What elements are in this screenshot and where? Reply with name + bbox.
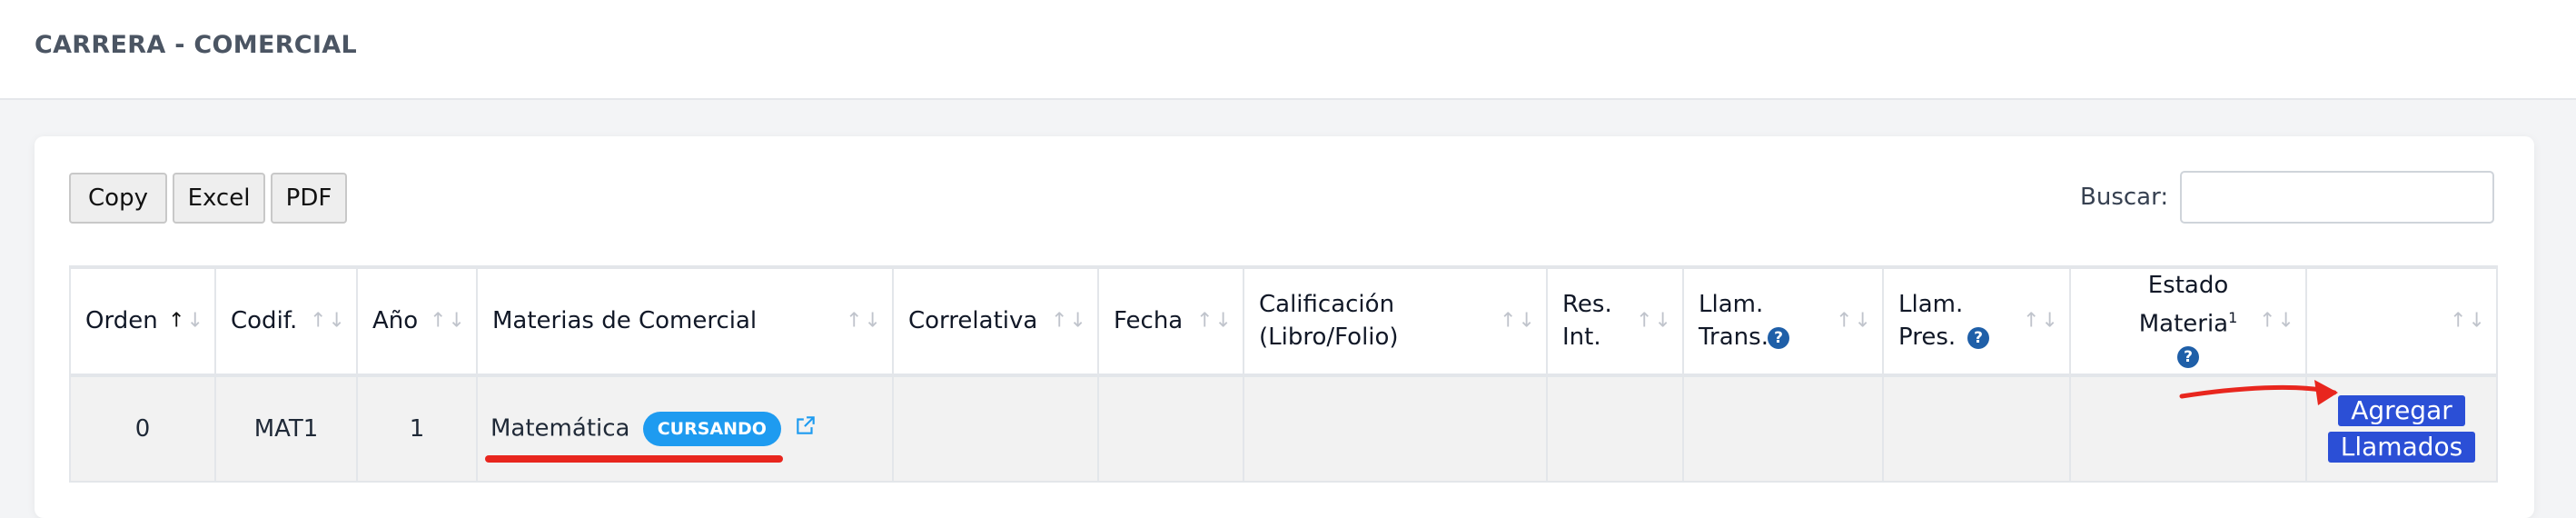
- annotation-overlay: [485, 380, 2338, 463]
- annotation-arrow-head: [2314, 380, 2338, 405]
- annotation-arrow-shaft: [2179, 384, 2337, 399]
